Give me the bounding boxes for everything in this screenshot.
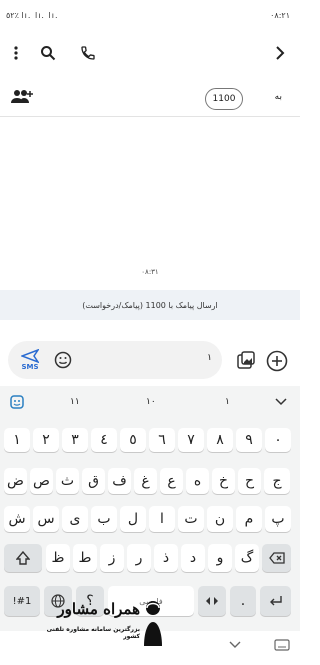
key[interactable]: د xyxy=(181,544,205,572)
recipient-row: 1100 به xyxy=(0,82,300,114)
backspace-icon xyxy=(268,552,285,564)
key[interactable]: ر xyxy=(127,544,151,572)
key[interactable]: ٦ xyxy=(149,428,175,452)
key[interactable]: ذ xyxy=(154,544,178,572)
suggestion-item[interactable]: ١٠ xyxy=(146,397,156,407)
message-composer[interactable]: SMS ١ xyxy=(8,341,222,379)
key[interactable]: ش xyxy=(4,506,30,532)
key[interactable]: م xyxy=(236,506,262,532)
key[interactable]: گ xyxy=(235,544,259,572)
backspace-key[interactable] xyxy=(262,544,291,572)
key[interactable]: ی xyxy=(62,506,88,532)
key[interactable]: ٣ xyxy=(62,428,88,452)
enter-icon xyxy=(269,596,282,606)
key[interactable]: ٤ xyxy=(91,428,117,452)
key[interactable]: غ xyxy=(134,468,157,494)
emoji-icon[interactable] xyxy=(52,349,74,371)
key[interactable]: ٠ xyxy=(265,428,291,452)
key[interactable]: و xyxy=(208,544,232,572)
enter-key[interactable] xyxy=(260,586,291,616)
message-timestamp: ٠٨:٣١ xyxy=(141,268,159,276)
advisor-logo xyxy=(144,601,162,646)
key[interactable]: س xyxy=(33,506,59,532)
key[interactable]: ٥ xyxy=(120,428,146,452)
char-counter: ١ xyxy=(207,353,212,363)
keyboard: ١١ ١٠ ١ ١ ٢ ٣ ٤ ٥ ٦ ٧ ٨ ٩ ٠ ض ص ث ق ف غ … xyxy=(0,386,300,631)
call-icon[interactable] xyxy=(78,43,98,63)
key[interactable]: ٩ xyxy=(236,428,262,452)
key[interactable]: ث xyxy=(56,468,79,494)
key[interactable]: ق xyxy=(82,468,105,494)
add-attachment-icon[interactable] xyxy=(264,348,290,374)
shift-key[interactable] xyxy=(4,544,42,572)
app-bar xyxy=(0,36,300,70)
cursor-arrows-icon xyxy=(206,597,218,605)
gallery-attach-icon[interactable] xyxy=(234,348,258,372)
send-label: SMS xyxy=(21,363,39,371)
sim-banner: ارسال پیامک با 1100 (پیامک/درخواست) xyxy=(0,290,300,320)
key[interactable]: خ xyxy=(212,468,235,494)
watermark-subtitle: بزرگترین سامانه مشاوره تلفنی کشور xyxy=(46,626,140,640)
divider xyxy=(0,116,300,117)
hide-keyboard-icon[interactable] xyxy=(225,637,245,653)
watermark: همراه مشاور بزرگترین سامانه مشاوره تلفنی… xyxy=(40,598,180,658)
recipient-chip[interactable]: 1100 xyxy=(205,88,243,110)
key[interactable]: ظ xyxy=(46,544,70,572)
to-label: به xyxy=(274,92,282,102)
key[interactable]: ا xyxy=(149,506,175,532)
suggestion-item[interactable]: ١ xyxy=(225,397,230,407)
key[interactable]: ن xyxy=(207,506,233,532)
send-button[interactable]: SMS xyxy=(18,344,42,376)
key[interactable]: ب xyxy=(91,506,117,532)
key[interactable]: پ xyxy=(265,506,291,532)
sim-banner-text: ارسال پیامک با 1100 (پیامک/درخواست) xyxy=(82,300,218,310)
key[interactable]: ز xyxy=(100,544,124,572)
status-bar: ٥٢٪ lı. lı. lı. ٠٨:٢١ xyxy=(0,0,300,32)
key[interactable]: ط xyxy=(73,544,97,572)
chevron-down-icon[interactable] xyxy=(272,394,290,410)
more-options-icon[interactable] xyxy=(8,44,24,62)
status-time: ٠٨:٢١ xyxy=(270,11,290,20)
key[interactable]: ع xyxy=(160,468,183,494)
symbols-key[interactable]: !#1 xyxy=(4,586,40,616)
watermark-title: همراه مشاور xyxy=(57,600,140,618)
key[interactable]: ف xyxy=(108,468,131,494)
key[interactable]: ج xyxy=(264,468,290,494)
shift-icon xyxy=(16,551,30,565)
period-key[interactable]: . xyxy=(230,586,256,616)
status-indicators: ٥٢٪ lı. lı. lı. xyxy=(6,11,59,20)
key[interactable]: ١ xyxy=(4,428,30,452)
key[interactable]: ٨ xyxy=(207,428,233,452)
key[interactable]: ت xyxy=(178,506,204,532)
send-icon xyxy=(21,349,39,363)
cursor-key[interactable] xyxy=(198,586,226,616)
key[interactable]: ل xyxy=(120,506,146,532)
add-recipient-icon[interactable] xyxy=(10,87,34,107)
sticker-icon[interactable] xyxy=(8,394,26,410)
search-icon[interactable] xyxy=(38,43,58,63)
suggestion-bar: ١١ ١٠ ١ xyxy=(0,386,300,418)
keyboard-switch-icon[interactable] xyxy=(272,637,292,653)
key[interactable]: ٧ xyxy=(178,428,204,452)
key[interactable]: ض xyxy=(4,468,27,494)
back-arrow-icon[interactable] xyxy=(270,43,290,63)
key[interactable]: ح xyxy=(238,468,261,494)
key[interactable]: ٢ xyxy=(33,428,59,452)
key[interactable]: ه xyxy=(186,468,209,494)
suggestion-item[interactable]: ١١ xyxy=(70,397,80,407)
key[interactable]: ص xyxy=(30,468,53,494)
